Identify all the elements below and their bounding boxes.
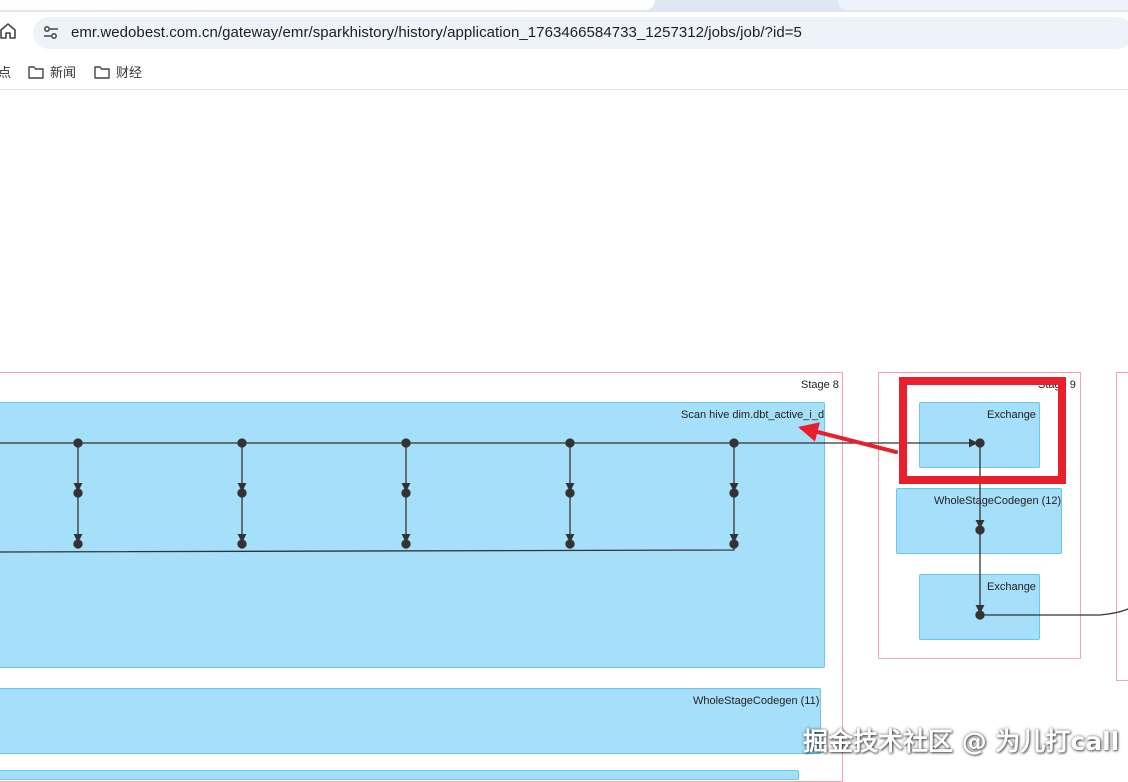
address-bar[interactable]: emr.wedobest.com.cn/gateway/emr/sparkhis… [33,17,1128,49]
url-text[interactable]: emr.wedobest.com.cn/gateway/emr/sparkhis… [71,24,802,41]
folder-icon [94,65,110,79]
bookmark-folder-finance[interactable]: 财经 [94,62,142,81]
scan-hive-label: Scan hive dim.dbt_active_i_d [681,409,825,421]
stage-10-box [1116,372,1128,681]
stage-8-label: Stage 8 [801,379,839,391]
exchange-bottom-label: Exchange [987,581,1036,593]
watermark: 掘金技术社区 @ 为儿打call [803,727,1120,756]
bookmark-label: 新闻 [50,65,77,80]
scan-hive-node[interactable] [0,402,825,668]
site-info-icon[interactable] [42,24,62,42]
bookmark-folder-news[interactable]: 新闻 [28,62,76,81]
bookmarks-bar: 点 新闻 财经 [0,54,1128,90]
wholestagecodegen-11-label: WholeStageCodegen (11) [693,695,820,707]
next-node-partial[interactable] [0,770,799,780]
folder-icon [28,65,44,79]
tab-strip [0,0,1128,12]
inactive-tab[interactable] [838,0,1128,10]
stage-9-label: Stage 9 [1038,379,1076,391]
home-icon[interactable] [0,22,20,44]
active-tab[interactable] [0,0,655,10]
bookmark-label: 点 [0,65,12,80]
bookmark-label: 财经 [116,65,143,80]
wholestagecodegen-12-label: WholeStageCodegen (12) [934,495,1062,507]
bookmark-item-1[interactable]: 点 [0,62,11,81]
browser-toolbar: emr.wedobest.com.cn/gateway/emr/sparkhis… [0,12,1128,54]
exchange-top-label: Exchange [987,409,1036,421]
